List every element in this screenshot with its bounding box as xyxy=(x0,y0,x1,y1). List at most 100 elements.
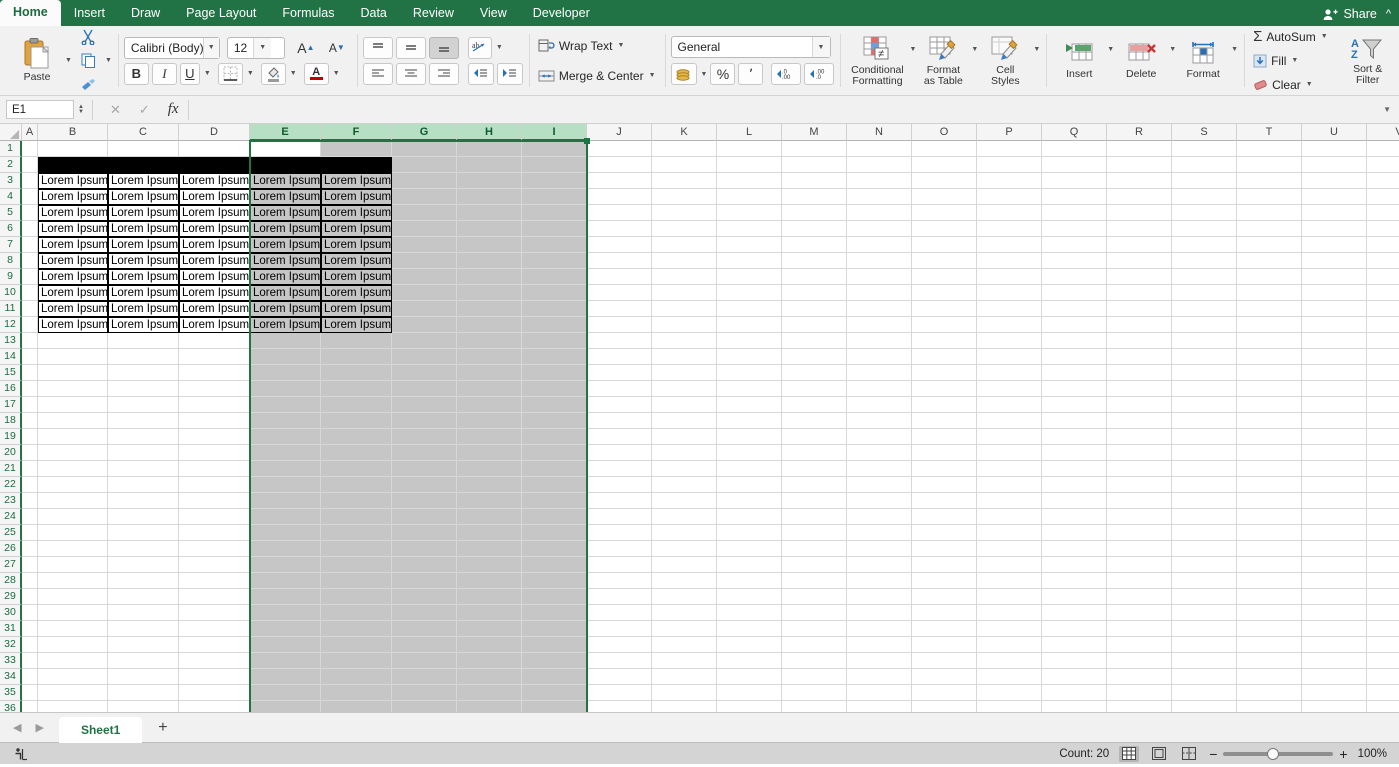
cell-U17[interactable] xyxy=(1302,397,1367,413)
cell-O32[interactable] xyxy=(912,637,977,653)
cell-U29[interactable] xyxy=(1302,589,1367,605)
cell-N14[interactable] xyxy=(847,349,912,365)
text-orientation-icon[interactable]: ab xyxy=(467,36,492,59)
cell-N24[interactable] xyxy=(847,509,912,525)
cell-Q35[interactable] xyxy=(1042,685,1107,701)
column-header-M[interactable]: M xyxy=(782,124,847,141)
cell-I22[interactable] xyxy=(522,477,587,493)
cell-J3[interactable] xyxy=(587,173,652,189)
cell-O3[interactable] xyxy=(912,173,977,189)
cell-S27[interactable] xyxy=(1172,557,1237,573)
cell-Q29[interactable] xyxy=(1042,589,1107,605)
ribbon-tab-view[interactable]: View xyxy=(467,0,520,26)
cell-P15[interactable] xyxy=(977,365,1042,381)
cell-C31[interactable] xyxy=(108,621,179,637)
cell-T34[interactable] xyxy=(1237,669,1302,685)
cell-N9[interactable] xyxy=(847,269,912,285)
cell-S1[interactable] xyxy=(1172,141,1237,157)
cell-C36[interactable] xyxy=(108,701,179,712)
cell-K29[interactable] xyxy=(652,589,717,605)
cell-D16[interactable] xyxy=(179,381,250,397)
cell-N3[interactable] xyxy=(847,173,912,189)
cell-K33[interactable] xyxy=(652,653,717,669)
orientation-dropdown-arrow[interactable]: ▼ xyxy=(496,44,503,51)
cell-D36[interactable] xyxy=(179,701,250,712)
cell-C15[interactable] xyxy=(108,365,179,381)
cell-T36[interactable] xyxy=(1237,701,1302,712)
cell-V10[interactable] xyxy=(1367,285,1399,301)
cell-K36[interactable] xyxy=(652,701,717,712)
cell-M3[interactable] xyxy=(782,173,847,189)
cell-T1[interactable] xyxy=(1237,141,1302,157)
cell-E24[interactable] xyxy=(250,509,321,525)
cell-E29[interactable] xyxy=(250,589,321,605)
cell-K18[interactable] xyxy=(652,413,717,429)
cell-G21[interactable] xyxy=(392,461,457,477)
cell-G3[interactable] xyxy=(392,173,457,189)
cell-T14[interactable] xyxy=(1237,349,1302,365)
cell-C35[interactable] xyxy=(108,685,179,701)
cell-K30[interactable] xyxy=(652,605,717,621)
cell-G23[interactable] xyxy=(392,493,457,509)
row-header-17[interactable]: 17 xyxy=(0,397,22,413)
cell-Q32[interactable] xyxy=(1042,637,1107,653)
cell-L35[interactable] xyxy=(717,685,782,701)
column-header-P[interactable]: P xyxy=(977,124,1042,141)
cell-L10[interactable] xyxy=(717,285,782,301)
cell-H9[interactable] xyxy=(457,269,522,285)
cell-O5[interactable] xyxy=(912,205,977,221)
autosum-dropdown-arrow[interactable]: ▼ xyxy=(1321,33,1328,40)
cell-D31[interactable] xyxy=(179,621,250,637)
cell-H8[interactable] xyxy=(457,253,522,269)
cell-J13[interactable] xyxy=(587,333,652,349)
cell-S12[interactable] xyxy=(1172,317,1237,333)
cell-D28[interactable] xyxy=(179,573,250,589)
cell-B5[interactable]: Lorem Ipsum xyxy=(38,205,108,221)
cell-C11[interactable]: Lorem Ipsum xyxy=(108,301,179,317)
cell-S3[interactable] xyxy=(1172,173,1237,189)
arrow-right-icon[interactable]: ▶ xyxy=(30,721,48,734)
cell-P13[interactable] xyxy=(977,333,1042,349)
cell-G6[interactable] xyxy=(392,221,457,237)
cell-N5[interactable] xyxy=(847,205,912,221)
cell-A12[interactable] xyxy=(22,317,38,333)
cell-M8[interactable] xyxy=(782,253,847,269)
cell-M22[interactable] xyxy=(782,477,847,493)
row-header-25[interactable]: 25 xyxy=(0,525,22,541)
delete-dropdown-arrow[interactable]: ▼ xyxy=(1169,46,1176,53)
cell-A16[interactable] xyxy=(22,381,38,397)
cell-V30[interactable] xyxy=(1367,605,1399,621)
cell-I17[interactable] xyxy=(522,397,587,413)
cell-B10[interactable]: Lorem Ipsum xyxy=(38,285,108,301)
cell-C26[interactable] xyxy=(108,541,179,557)
cell-F26[interactable] xyxy=(321,541,392,557)
cell-F21[interactable] xyxy=(321,461,392,477)
cell-E11[interactable]: Lorem Ipsum xyxy=(250,301,321,317)
cell-O28[interactable] xyxy=(912,573,977,589)
ribbon-tab-formulas[interactable]: Formulas xyxy=(269,0,347,26)
cell-H13[interactable] xyxy=(457,333,522,349)
cell-K19[interactable] xyxy=(652,429,717,445)
increase-indent-icon[interactable] xyxy=(496,62,523,85)
cell-K13[interactable] xyxy=(652,333,717,349)
cell-F6[interactable]: Lorem Ipsum xyxy=(321,221,392,237)
cell-K3[interactable] xyxy=(652,173,717,189)
cell-H14[interactable] xyxy=(457,349,522,365)
percent-style-button[interactable]: % xyxy=(710,63,736,85)
cell-D4[interactable]: Lorem Ipsum xyxy=(179,189,250,205)
cell-E28[interactable] xyxy=(250,573,321,589)
cell-P29[interactable] xyxy=(977,589,1042,605)
cell-T25[interactable] xyxy=(1237,525,1302,541)
cell-N23[interactable] xyxy=(847,493,912,509)
cell-S22[interactable] xyxy=(1172,477,1237,493)
cell-K24[interactable] xyxy=(652,509,717,525)
cell-P14[interactable] xyxy=(977,349,1042,365)
cell-Q4[interactable] xyxy=(1042,189,1107,205)
cell-V20[interactable] xyxy=(1367,445,1399,461)
cell-H21[interactable] xyxy=(457,461,522,477)
cell-E16[interactable] xyxy=(250,381,321,397)
cell-R25[interactable] xyxy=(1107,525,1172,541)
cell-P18[interactable] xyxy=(977,413,1042,429)
zoom-out-button[interactable]: − xyxy=(1209,746,1217,762)
cell-D12[interactable]: Lorem Ipsum xyxy=(179,317,250,333)
